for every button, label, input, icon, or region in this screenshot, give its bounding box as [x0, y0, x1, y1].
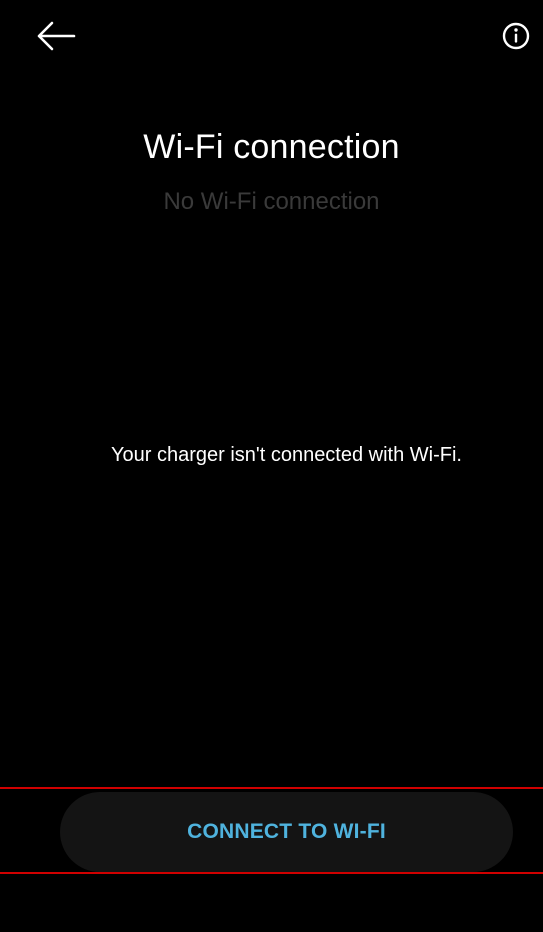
info-button[interactable] — [492, 12, 540, 60]
highlight-frame-top — [0, 787, 543, 789]
info-circle-icon — [502, 22, 530, 50]
top-bar — [0, 0, 543, 70]
status-message: Your charger isn't connected with Wi-Fi. — [110, 444, 462, 466]
arrow-left-icon — [37, 21, 76, 51]
connect-to-wifi-button[interactable]: CONNECT TO WI-FI — [60, 792, 513, 872]
page-title: Wi-Fi connection — [143, 128, 400, 166]
connection-status: No Wi-Fi connection — [163, 188, 380, 215]
highlight-frame-bottom — [0, 872, 543, 874]
connect-to-wifi-label: CONNECT TO WI-FI — [187, 820, 386, 843]
back-button[interactable] — [32, 12, 80, 60]
